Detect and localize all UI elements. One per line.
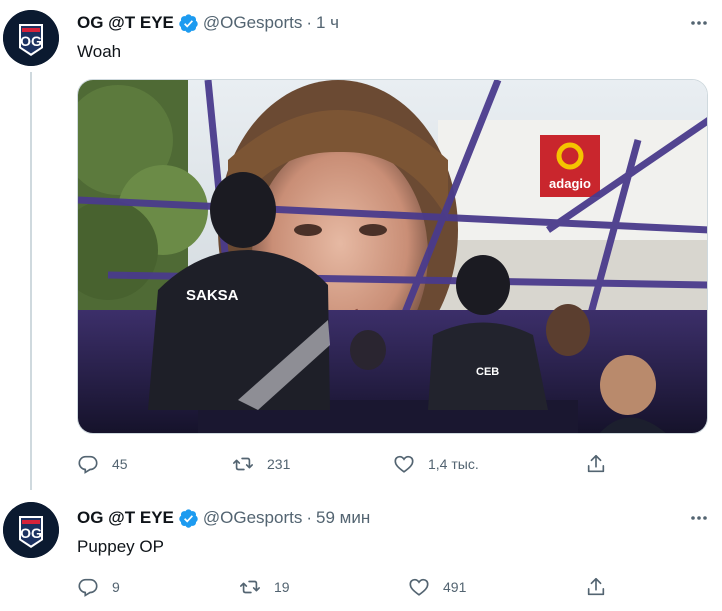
reply-icon [78, 455, 98, 474]
display-name[interactable]: OG @T EYE [77, 507, 174, 529]
reply-count: 9 [112, 579, 120, 595]
retweet-count: 19 [274, 579, 290, 595]
share-button[interactable] [585, 576, 607, 598]
timestamp[interactable]: 1 ч [316, 12, 339, 34]
separator-dot: · [306, 508, 312, 527]
more-dots-icon[interactable] [688, 12, 710, 34]
share-button[interactable] [585, 453, 607, 475]
heart-icon [409, 578, 429, 596]
retweet-button[interactable]: 231 [232, 453, 290, 475]
share-icon [587, 577, 605, 596]
jersey-ceb: CEB [476, 366, 499, 378]
share-icon [587, 454, 605, 473]
tweet-actions: 45 231 1,4 тыс. [77, 453, 617, 475]
retweet-count: 231 [267, 456, 291, 472]
jersey-saksa: SAKSA [186, 287, 239, 304]
svg-text:OG: OG [20, 33, 42, 49]
handle[interactable]: @OGesports [203, 12, 302, 34]
like-button[interactable]: 1,4 тыс. [393, 453, 479, 475]
og-logo-icon: OG [3, 502, 59, 558]
reply-button[interactable]: 45 [77, 453, 128, 475]
retweet-icon [233, 457, 253, 471]
tweet-actions: 9 19 491 [77, 576, 617, 598]
verified-badge-icon [178, 13, 199, 34]
like-button[interactable]: 491 [408, 576, 466, 598]
separator-dot: · [306, 13, 312, 32]
svg-text:OG: OG [20, 525, 42, 541]
thread-line [30, 72, 32, 490]
tweet-header: OG @T EYE @OGesports · 1 ч [77, 12, 339, 34]
retweet-icon [240, 580, 260, 594]
og-logo-icon: OG [3, 10, 59, 66]
tweet-text: Puppey OP [77, 537, 164, 556]
avatar[interactable]: OG [3, 502, 59, 558]
timestamp[interactable]: 59 мин [316, 507, 370, 529]
tweet[interactable]: OG OG @T EYE @OGesports · 59 мин Puppey … [0, 490, 722, 611]
tweet-text: Woah [77, 42, 122, 61]
reply-icon [78, 578, 98, 597]
reply-button[interactable]: 9 [77, 576, 120, 598]
adagio-sign: adagio [549, 176, 591, 191]
verified-badge-icon [178, 508, 199, 529]
like-count: 1,4 тыс. [428, 456, 479, 472]
tweet[interactable]: OG OG @T EYE @OGesports · 1 ч Woah adagi… [0, 0, 722, 490]
handle[interactable]: @OGesports [203, 507, 302, 529]
tweet-header: OG @T EYE @OGesports · 59 мин [77, 507, 370, 529]
avatar[interactable]: OG [3, 10, 59, 66]
heart-icon [394, 455, 414, 473]
more-dots-icon[interactable] [688, 507, 710, 529]
tweet-media-image[interactable]: adagio SAKSA CEB [77, 79, 708, 434]
like-count: 491 [443, 579, 467, 595]
display-name[interactable]: OG @T EYE [77, 12, 174, 34]
reply-count: 45 [112, 456, 128, 472]
retweet-button[interactable]: 19 [239, 576, 290, 598]
